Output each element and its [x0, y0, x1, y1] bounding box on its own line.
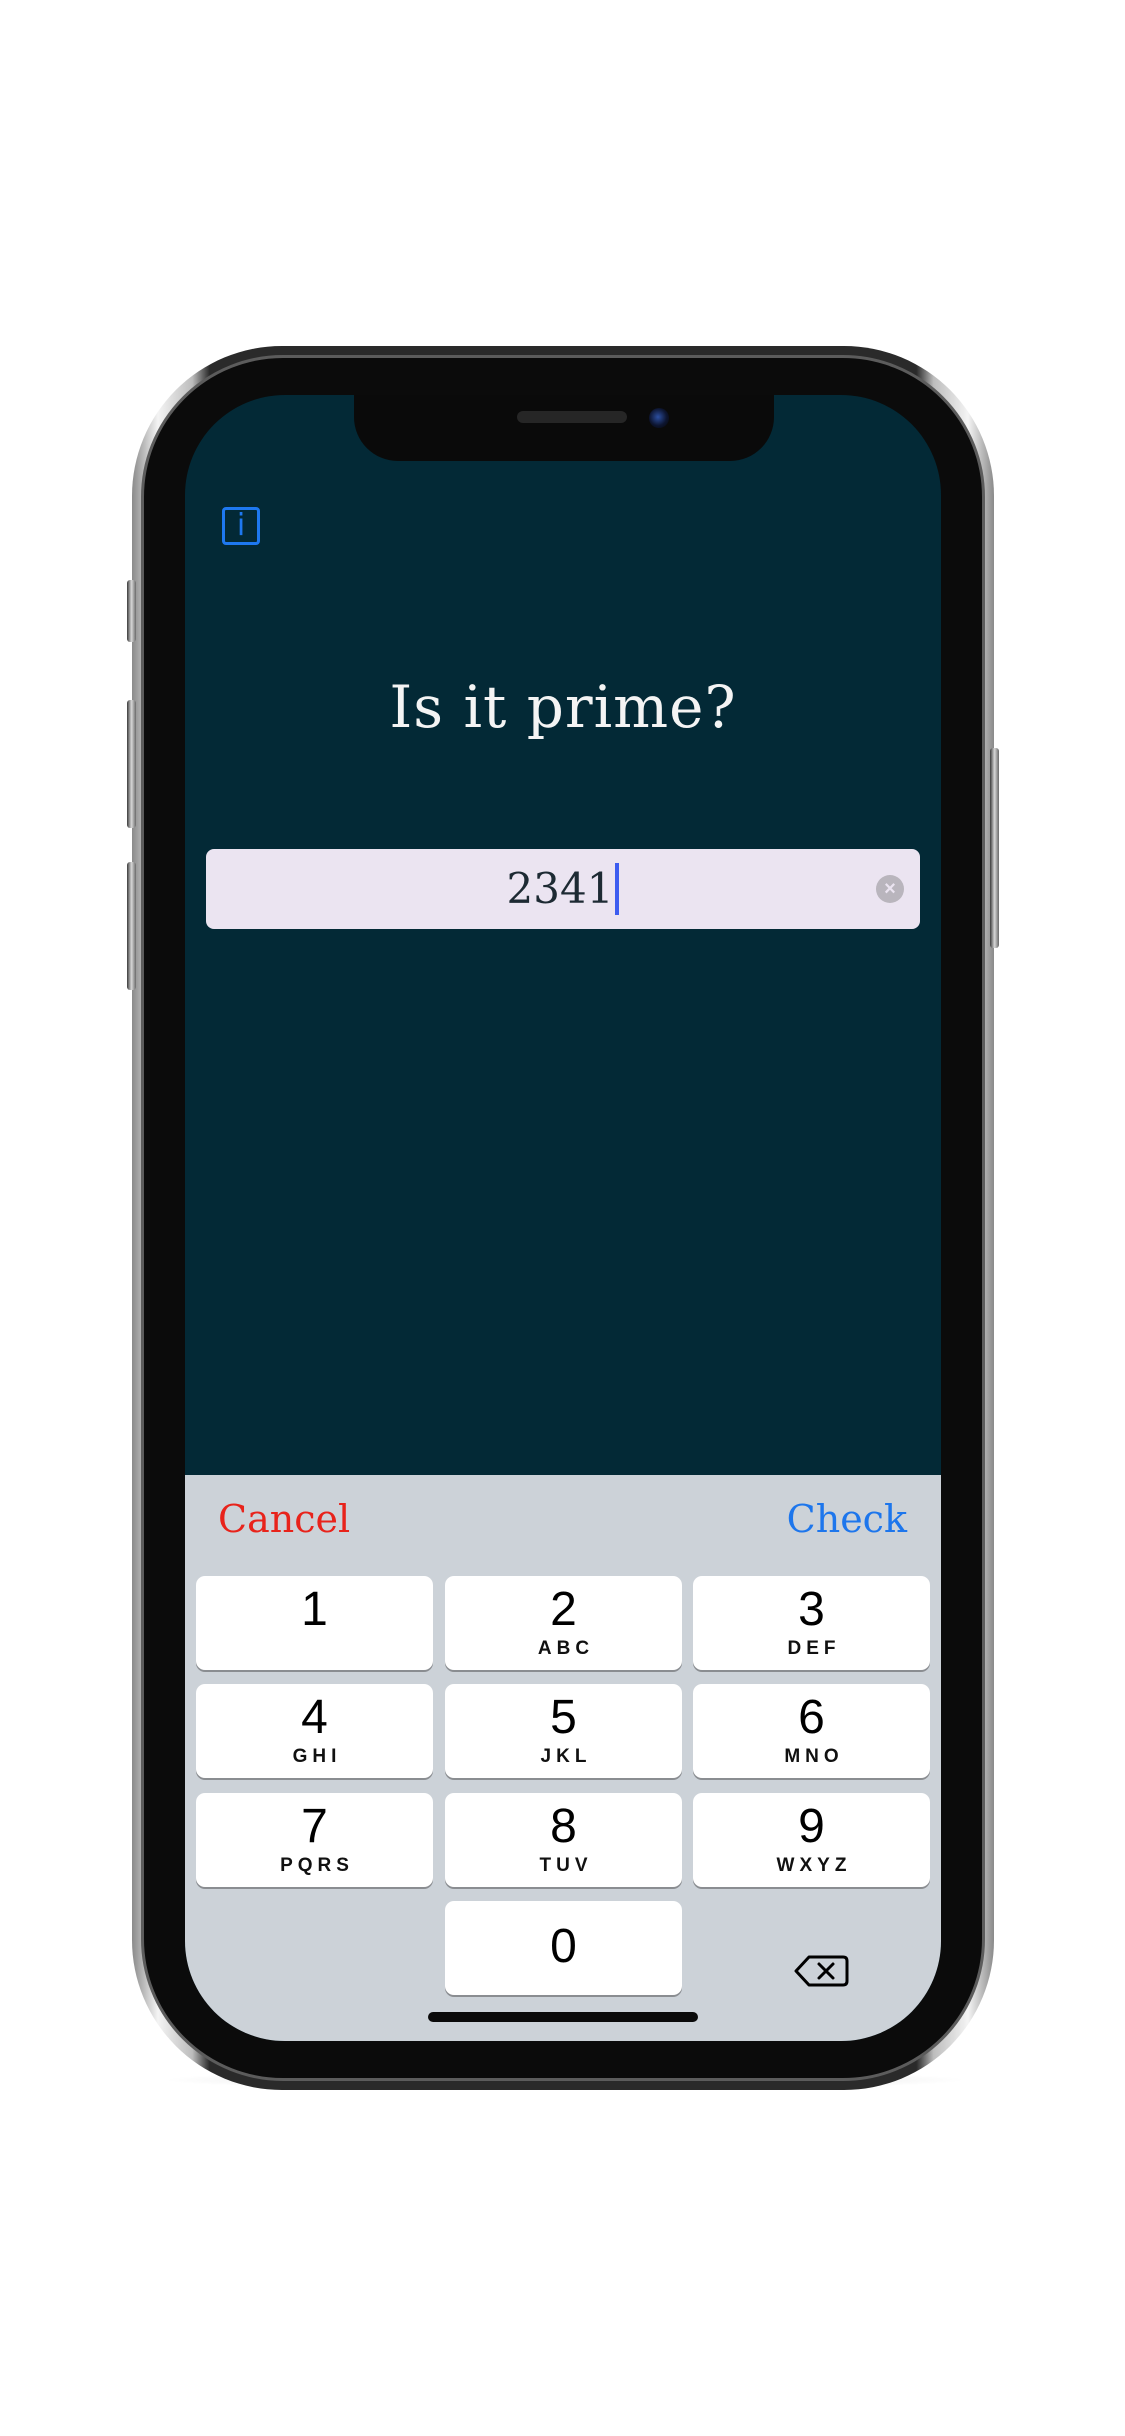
key-digit: 2 [550, 1583, 577, 1636]
numeric-keyboard: Cancel Check 1 2 ABC 3 DEF 4 GHI 5 JKL 6… [185, 1475, 941, 2041]
number-input-text: 2341 [506, 864, 614, 913]
home-indicator [428, 2012, 698, 2022]
key-9[interactable]: 9 WXYZ [693, 1793, 930, 1887]
key-letters: GHI [292, 1746, 342, 1767]
key-7[interactable]: 7 PQRS [196, 1793, 433, 1887]
key-6[interactable]: 6 MNO [693, 1684, 930, 1778]
number-input[interactable]: 2341 × [206, 849, 920, 929]
key-2[interactable]: 2 ABC [445, 1576, 682, 1670]
key-digit: 9 [798, 1800, 825, 1853]
key-letters: MNO [784, 1746, 844, 1767]
check-button[interactable]: Check [787, 1497, 907, 1541]
clear-icon[interactable]: × [876, 875, 904, 903]
key-digit: 4 [301, 1691, 328, 1744]
key-letters: WXYZ [776, 1855, 852, 1876]
key-letters: ABC [537, 1638, 595, 1659]
info-icon[interactable]: i [222, 507, 260, 545]
front-camera [649, 408, 669, 428]
key-digit: 6 [798, 1691, 825, 1744]
key-letters: PQRS [280, 1855, 354, 1876]
phone-screen: i Is it prime? 2341 × Cancel Check 1 2 A… [185, 395, 941, 2041]
text-cursor [615, 863, 620, 915]
cancel-button[interactable]: Cancel [218, 1497, 350, 1541]
key-4[interactable]: 4 GHI [196, 1684, 433, 1778]
backspace-icon [794, 1955, 849, 1987]
key-5[interactable]: 5 JKL [445, 1684, 682, 1778]
page-title: Is it prime? [389, 673, 737, 741]
key-digit: 1 [301, 1583, 328, 1636]
keyboard-accessory-bar: Cancel Check [185, 1475, 941, 1565]
speaker-grille [517, 411, 627, 423]
key-digit: 5 [550, 1691, 577, 1744]
key-digit: 0 [550, 1920, 577, 1973]
notch [354, 395, 774, 461]
volume-up-button [127, 700, 136, 828]
key-3[interactable]: 3 DEF [693, 1576, 930, 1670]
delete-key[interactable] [791, 1951, 851, 1991]
key-digit: 8 [550, 1800, 577, 1853]
key-letters: TUV [539, 1855, 593, 1876]
key-digit: 3 [798, 1583, 825, 1636]
key-letters: DEF [787, 1638, 841, 1659]
key-0[interactable]: 0 [445, 1901, 682, 1995]
power-button [990, 748, 999, 948]
key-letters: JKL [540, 1746, 592, 1767]
volume-down-button [127, 862, 136, 990]
key-digit: 7 [301, 1800, 328, 1853]
key-8[interactable]: 8 TUV [445, 1793, 682, 1887]
number-input-value: 2341 [206, 849, 920, 929]
silent-switch [127, 580, 136, 642]
key-1[interactable]: 1 [196, 1576, 433, 1670]
